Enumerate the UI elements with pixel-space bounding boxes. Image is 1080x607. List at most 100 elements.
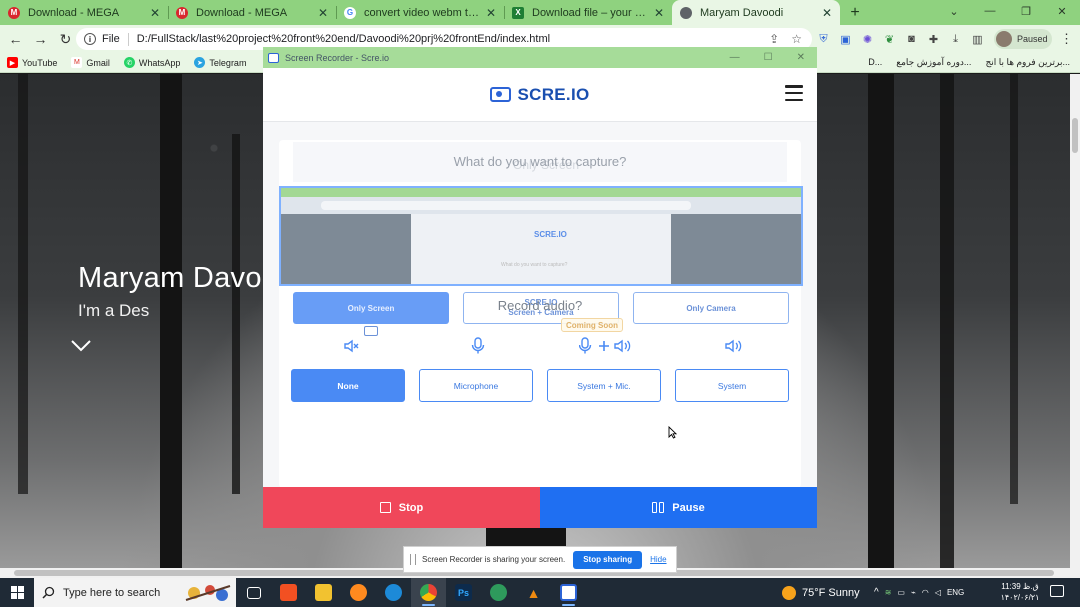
forward-icon[interactable]: → [28,31,53,47]
stop-button[interactable]: Stop [263,487,540,528]
tree-trunk [160,74,182,568]
bookmark-label: WhatsApp [138,57,181,68]
network-app-icon[interactable]: ≋ [885,588,892,597]
reload-icon[interactable]: ↻ [53,31,78,48]
puzzle-icon[interactable]: ✚ [926,32,941,47]
scrollbar-thumb[interactable] [1072,118,1078,153]
close-window-icon[interactable]: ✕ [1044,0,1080,22]
back-icon[interactable]: ← [3,31,28,47]
preview-panel [411,214,671,284]
audio-microphone-button[interactable]: Microphone [419,369,533,402]
bookmark-youtube[interactable]: ▶ YouTube [0,57,64,68]
browser-tab-3[interactable]: G convert video webm to mp4 - Go ✕ [336,0,504,25]
close-tab-icon[interactable]: ✕ [822,6,832,20]
bookmark-whatsapp[interactable]: ✆ WhatsApp [117,57,188,68]
taskbar-search[interactable]: Type here to search [34,578,236,607]
firefox-icon[interactable] [341,578,376,607]
close-tab-icon[interactable]: ✕ [654,6,664,20]
preview-logo: SCRE.IO [534,230,567,239]
mega-icon: M [176,6,188,19]
task-view-icon[interactable] [236,578,271,607]
bookmark-gmail[interactable]: M Gmail [64,57,117,68]
language-indicator[interactable]: ENG [947,588,964,597]
file-explorer-icon[interactable] [306,578,341,607]
minimize-icon[interactable]: — [972,0,1008,22]
capture-question: What do you want to capture? [453,154,627,169]
screen-recorder-app-icon[interactable] [551,578,586,607]
stop-label: Stop [398,501,424,514]
hero-subtitle: I'm a Des [78,301,150,320]
browser-tab-4[interactable]: X Download file – your conversion ✕ [504,0,672,25]
share-icon[interactable]: ⇪ [769,32,779,46]
screen-recorder-ext-icon[interactable]: ▣ [838,32,853,47]
photoshop-icon[interactable]: Ps [446,578,481,607]
screen-sharing-bar: Screen Recorder is sharing your screen. … [403,546,677,573]
globe-app-icon[interactable] [481,578,516,607]
notifications-icon[interactable] [1050,585,1064,597]
microsoft-store-icon[interactable] [271,578,306,607]
audio-system-mic-button[interactable]: System + Mic. [547,369,661,402]
preview-url [321,201,691,210]
close-tab-icon[interactable]: ✕ [318,6,328,20]
browser-tab-2[interactable]: M Download - MEGA ✕ [168,0,336,25]
window-controls: ⌄ — ❐ ✕ [936,0,1080,25]
audio-none-button[interactable]: None [291,369,405,402]
weather-widget[interactable]: 75°F Sunny [782,578,860,607]
drag-handle-icon[interactable] [410,554,416,565]
pause-label: Pause [672,501,705,514]
shield-icon[interactable]: ⛨ [816,32,831,47]
edge-icon[interactable] [376,578,411,607]
popup-title: Screen Recorder - Scre.io [285,52,390,63]
leaf-icon[interactable]: ❦ [882,32,897,47]
download-icon[interactable]: ⤓ [948,32,963,47]
browser-tab-5[interactable]: Maryam Davoodi ✕ [672,0,840,25]
bookmark-telegram[interactable]: ➤ Telegram [187,57,253,68]
bookmark-label: Gmail [86,57,110,68]
sidebar-icon[interactable]: ▥ [970,32,985,47]
volume-icon[interactable]: ◁ [935,588,941,597]
audio-system-button[interactable]: System [675,369,789,402]
close-tab-icon[interactable]: ✕ [486,6,496,20]
bookmark-label: Telegram [209,57,247,68]
browser-tab-1[interactable]: M Download - MEGA ✕ [0,0,168,25]
clock-date: ۱۴۰۲/۰۶/۲۱ [1000,593,1040,602]
hide-link[interactable]: Hide [650,555,666,564]
extensions-area: ⛨ ▣ ✺ ❦ ◙ ✚ ⤓ ▥ [816,28,985,50]
microphone-icon [471,337,485,354]
new-tab-button[interactable]: + [840,0,870,25]
bookmark-item[interactable]: D... [868,57,882,68]
scre-io-logo: SCRE.IO [490,85,589,105]
restore-icon[interactable]: ❐ [1008,0,1044,22]
chrome-icon[interactable] [411,578,446,607]
bookmark-item[interactable]: دوره آموزش جامع... [896,57,971,68]
telegram-icon: ➤ [194,57,206,68]
clock[interactable]: 11:39 ق.ظ ۱۴۰۲/۰۶/۲۱ [996,581,1044,603]
chevron-up-icon[interactable]: ^ [874,587,879,598]
bookmark-item[interactable]: برترین فروم ها با انج... [985,57,1070,68]
bookmark-star-icon[interactable]: ☆ [791,32,802,46]
menu-dots-icon[interactable]: ⋮ [1060,31,1073,47]
hamburger-menu-icon[interactable] [785,85,803,101]
gear-ext-icon[interactable]: ✺ [860,32,875,47]
stop-sharing-button[interactable]: Stop sharing [573,550,643,569]
minimize-icon[interactable]: — [730,52,740,63]
profile-button[interactable]: Paused [994,29,1052,49]
wifi-icon[interactable]: ◠ [922,588,929,597]
popup-titlebar[interactable]: Screen Recorder - Scre.io — ☐ ✕ [263,47,817,68]
vlc-icon[interactable]: ▲ [516,578,551,607]
chevron-down-icon[interactable]: ⌄ [936,0,972,22]
bookmarks-right: D... دوره آموزش جامع... برترین فروم ها ب… [868,57,1080,68]
close-tab-icon[interactable]: ✕ [150,6,160,20]
close-icon[interactable]: ✕ [797,52,805,63]
windows-start-icon[interactable] [0,578,34,607]
globe-icon [680,6,692,19]
audio-question: Record audio? [497,298,583,313]
chevron-down-icon[interactable] [70,339,92,353]
camera-icon[interactable]: ◙ [904,32,919,47]
pause-button[interactable]: Pause [540,487,817,528]
info-icon[interactable]: i [84,33,96,45]
battery-icon[interactable]: ▭ [897,588,905,597]
usb-icon[interactable]: ⌁ [911,588,916,597]
profile-status: Paused [1017,34,1048,44]
restore-icon[interactable]: ☐ [764,52,773,63]
